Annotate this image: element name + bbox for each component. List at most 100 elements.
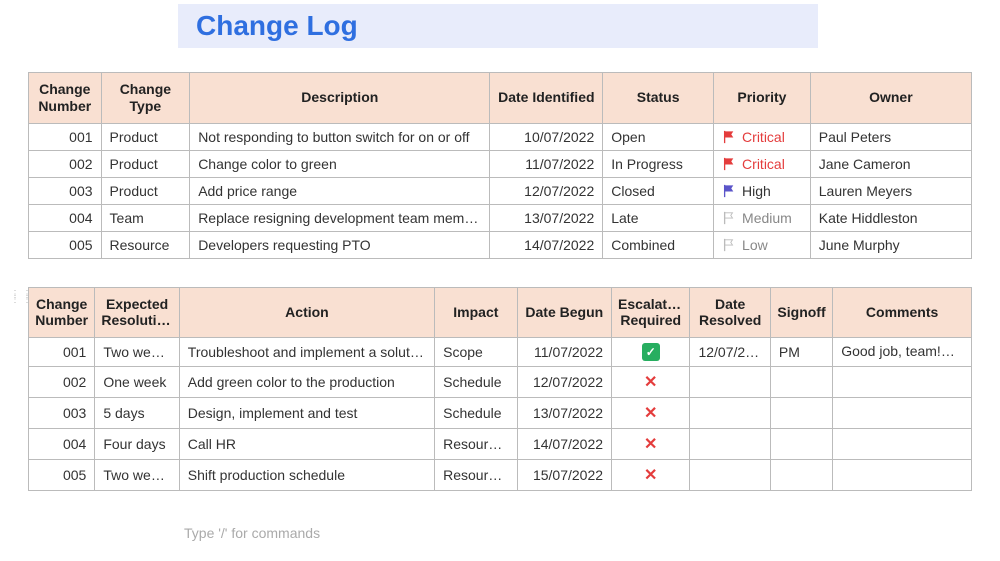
column-header: Change Type [101, 73, 190, 124]
priority-label: Critical [742, 156, 785, 172]
cell-owner: Kate Hiddleston [810, 204, 971, 231]
cell-date-resolved [690, 398, 770, 429]
cell-comments [833, 367, 972, 398]
cell-expected-resolution: 5 days [95, 398, 179, 429]
table-row[interactable]: 005 Two weeks Shift production schedule … [29, 460, 972, 491]
cell-impact: Scope [435, 338, 517, 367]
table-row[interactable]: 002 Product Change color to green 11/07/… [29, 150, 972, 177]
change-log-table-2: Change NumberExpected ResolutionActionIm… [28, 287, 972, 492]
cell-status: Closed [603, 177, 714, 204]
column-header: Change Number [29, 287, 95, 338]
cell-impact: Schedule [435, 398, 517, 429]
flag-icon [722, 238, 736, 252]
command-input[interactable] [28, 519, 528, 541]
cell-change-type: Product [101, 150, 190, 177]
table-row[interactable]: 002 One week Add green color to the prod… [29, 367, 972, 398]
cell-action: Call HR [179, 429, 434, 460]
cell-date-resolved [690, 460, 770, 491]
cell-action: Shift production schedule [179, 460, 434, 491]
priority-label: Critical [742, 129, 785, 145]
cell-escalation: ✕ [612, 460, 690, 491]
cross-icon: ✕ [644, 374, 657, 391]
cell-description: Change color to green [190, 150, 490, 177]
column-header: Date Identified [490, 73, 603, 124]
cell-date-identified: 14/07/2022 [490, 231, 603, 258]
cell-description: Not responding to button switch for on o… [190, 123, 490, 150]
cell-comments [833, 429, 972, 460]
cross-icon: ✕ [644, 405, 657, 422]
cell-status: In Progress [603, 150, 714, 177]
cell-escalation: ✕ [612, 429, 690, 460]
cell-impact: Schedule [435, 367, 517, 398]
table-row[interactable]: 001 Product Not responding to button swi… [29, 123, 972, 150]
cell-change-type: Team [101, 204, 190, 231]
column-header: Date Begun [517, 287, 612, 338]
cell-date-resolved [690, 367, 770, 398]
cell-priority: Medium [714, 204, 811, 231]
cell-signoff [770, 367, 832, 398]
cell-date-identified: 11/07/2022 [490, 150, 603, 177]
cell-owner: Lauren Meyers [810, 177, 971, 204]
table-row[interactable]: 004 Team Replace resigning development t… [29, 204, 972, 231]
table-row[interactable]: 003 5 days Design, implement and test Sc… [29, 398, 972, 429]
cell-change-number: 001 [29, 123, 102, 150]
cell-description: Developers requesting PTO [190, 231, 490, 258]
cell-change-number: 002 [29, 150, 102, 177]
cell-date-identified: 10/07/2022 [490, 123, 603, 150]
flag-icon [722, 130, 736, 144]
column-header: Date Resolved [690, 287, 770, 338]
change-log-table-1: Change NumberChange TypeDescriptionDate … [28, 72, 972, 259]
table-row[interactable]: 003 Product Add price range 12/07/2022 C… [29, 177, 972, 204]
cell-change-type: Product [101, 177, 190, 204]
cell-change-number: 005 [29, 460, 95, 491]
cell-escalation: ✕ [612, 398, 690, 429]
priority-label: Low [742, 237, 768, 253]
flag-icon [722, 157, 736, 171]
flag-icon [722, 184, 736, 198]
cell-owner: June Murphy [810, 231, 971, 258]
column-header: Impact [435, 287, 517, 338]
column-header: Status [603, 73, 714, 124]
cell-date-identified: 12/07/2022 [490, 177, 603, 204]
cell-date-begun: 12/07/2022 [517, 367, 612, 398]
cell-date-identified: 13/07/2022 [490, 204, 603, 231]
cell-change-number: 003 [29, 398, 95, 429]
cell-owner: Jane Cameron [810, 150, 971, 177]
column-header: Signoff [770, 287, 832, 338]
cross-icon: ✕ [644, 436, 657, 453]
cell-escalation: ✓ [612, 338, 690, 367]
cell-change-number: 004 [29, 204, 102, 231]
table-row[interactable]: 001 Two weeks Troubleshoot and implement… [29, 338, 972, 367]
cell-status: Open [603, 123, 714, 150]
cell-comments [833, 460, 972, 491]
cell-expected-resolution: Four days [95, 429, 179, 460]
cell-date-begun: 13/07/2022 [517, 398, 612, 429]
column-header: Priority [714, 73, 811, 124]
table-row[interactable]: 004 Four days Call HR Resources 14/07/20… [29, 429, 972, 460]
cell-action: Troubleshoot and implement a solution [179, 338, 434, 367]
priority-label: Medium [742, 210, 792, 226]
cell-change-type: Resource [101, 231, 190, 258]
column-header: Expected Resolution [95, 287, 179, 338]
cross-icon: ✕ [644, 467, 657, 484]
cell-expected-resolution: One week [95, 367, 179, 398]
cell-description: Replace resigning development team membe… [190, 204, 490, 231]
cell-comments [833, 398, 972, 429]
table-row[interactable]: 005 Resource Developers requesting PTO 1… [29, 231, 972, 258]
cell-change-number: 005 [29, 231, 102, 258]
column-header: Change Number [29, 73, 102, 124]
cell-signoff [770, 398, 832, 429]
cell-change-type: Product [101, 123, 190, 150]
cell-signoff: PM [770, 338, 832, 367]
cell-priority: Low [714, 231, 811, 258]
cell-impact: Resources [435, 460, 517, 491]
column-header: Action [179, 287, 434, 338]
cell-date-resolved [690, 429, 770, 460]
cell-expected-resolution: Two weeks [95, 460, 179, 491]
drag-handle-icon[interactable]: ⋮⋮⋮⋮ [10, 292, 34, 302]
cell-description: Add price range [190, 177, 490, 204]
cell-date-begun: 14/07/2022 [517, 429, 612, 460]
cell-date-resolved: 12/07/2022 [690, 338, 770, 367]
cell-comments: Good job, team!100 [833, 338, 972, 367]
cell-change-number: 001 [29, 338, 95, 367]
